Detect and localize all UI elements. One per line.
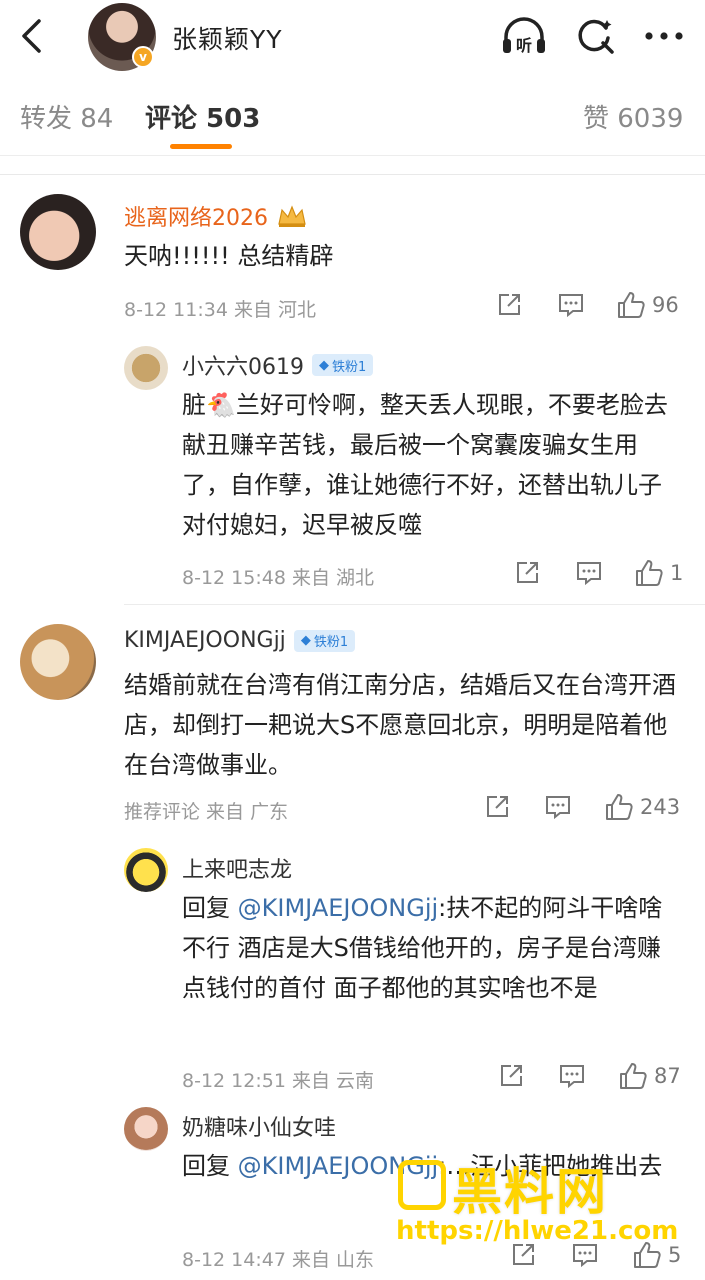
mention-link[interactable]: @KIMJAEJOONGjj [238,1152,439,1180]
reply-prefix: 回复 [182,894,230,922]
comment-meta: 8-12 15:48 来自 湖北 [182,567,374,589]
share-icon [487,796,508,817]
repost-button[interactable] [508,1240,538,1270]
thumbs-up-icon [634,1242,661,1268]
like-button[interactable]: 96 [616,290,679,320]
comment-text: 脏🐔兰好可怜啊，整天丢人现眼，不要老脸去献丑赚辛苦钱，最后被一个窝囊废骗女生用了… [182,391,668,539]
commenter-name[interactable]: 小六六0619 ◆ 铁粉1 [182,349,374,381]
fan-badge: ◆ 铁粉1 [293,629,356,652]
like-count: 96 [652,293,679,317]
comment-icon [559,294,583,318]
like-count: 243 [640,795,681,819]
avatar[interactable] [20,624,96,700]
comment-icon [546,796,570,820]
commenter-name[interactable]: 奶糖味小仙女哇 [182,1110,336,1142]
share-icon [501,1065,522,1086]
more-button[interactable] [640,14,688,58]
comment-text: 回复 @KIMJAEJOONGjj:…汪小菲把她推出去 [182,1146,682,1186]
back-icon [22,19,41,53]
comment-icon [560,1065,584,1089]
repost-button[interactable] [512,558,542,588]
comment-meta: 8-12 14:47 来自 山东 [182,1249,374,1271]
tab-comment[interactable]: 评论 503 [145,98,260,135]
thumbs-up-icon [606,794,633,820]
comment-icon [577,562,601,586]
like-count: 87 [654,1064,681,1088]
reply-button[interactable] [557,1061,587,1091]
like-button[interactable]: 243 [604,792,680,822]
avatar[interactable] [124,1107,168,1151]
comment-meta: 8-12 12:51 来自 云南 [182,1070,374,1092]
tab-repost[interactable]: 转发 84 [20,98,113,135]
avatar[interactable] [20,194,96,270]
like-button[interactable]: 87 [618,1061,681,1091]
reply-button[interactable] [574,558,604,588]
avatar[interactable] [124,346,168,390]
search-button[interactable] [572,14,620,58]
comment-text: 回复 @KIMJAEJOONGjj:扶不起的阿斗干啥啥不行 酒店是大S借钱给他开… [182,888,682,1008]
mention-link[interactable]: @KIMJAEJOONGjj [238,894,439,922]
top-bar: v 张颖颖YY 听 [0,0,705,76]
more-icon [645,32,683,40]
share-icon [513,1244,534,1265]
tab-like[interactable]: 赞 6039 [583,98,683,135]
repost-button[interactable] [482,792,512,822]
comment-text: 天呐!!!!!! 总结精辟 [124,242,334,270]
diamond-icon: ◆ [319,357,329,373]
fan-badge: ◆ 铁粉1 [312,354,374,376]
commenter-name[interactable]: 逃离网络2026 [124,200,308,232]
comment-meta: 8-12 11:34 来自 河北 [124,299,316,321]
listen-icon: 听 [503,17,545,55]
share-icon [517,562,538,583]
scroll-edge [0,156,705,174]
like-button[interactable]: 1 [634,558,683,588]
commenter-name[interactable]: 上来吧志龙 [182,852,292,884]
reply-button[interactable] [570,1240,600,1270]
share-icon [499,294,520,315]
listen-button[interactable]: 听 [500,14,548,58]
comment-meta: 推荐评论 来自 广东 [124,801,289,823]
reply-button[interactable] [543,792,573,822]
comment-icon [573,1244,597,1268]
crown-icon [278,205,306,227]
divider [0,174,705,175]
reply-prefix: 回复 [182,1152,230,1180]
listen-label: 听 [516,36,532,55]
reply-button[interactable] [556,290,586,320]
reply-body: :…汪小菲把她推出去 [438,1152,663,1180]
search-icon [578,19,614,54]
like-button[interactable]: 5 [632,1240,681,1270]
thumbs-up-icon [636,560,663,586]
thumbs-up-icon [620,1063,647,1089]
verified-badge: v [132,46,154,68]
tab-bar: 转发 84 评论 503 赞 6039 [0,76,705,156]
thumbs-up-icon [618,292,645,318]
active-tab-indicator [170,144,232,149]
diamond-icon: ◆ [300,633,311,648]
repost-button[interactable] [496,1061,526,1091]
like-count: 1 [670,561,684,585]
repost-button[interactable] [494,290,524,320]
like-count: 5 [668,1243,682,1267]
comment-text: 结婚前就在台湾有俏江南分店，结婚后又在台湾开酒店，却倒打一耙说大S不愿意回北京，… [124,671,676,779]
avatar[interactable] [124,848,168,892]
author-name[interactable]: 张颖颖YY [172,20,283,56]
divider [124,604,705,605]
back-button[interactable] [14,14,48,58]
commenter-name[interactable]: KIMJAEJOONGjj ◆ 铁粉1 [124,628,356,653]
